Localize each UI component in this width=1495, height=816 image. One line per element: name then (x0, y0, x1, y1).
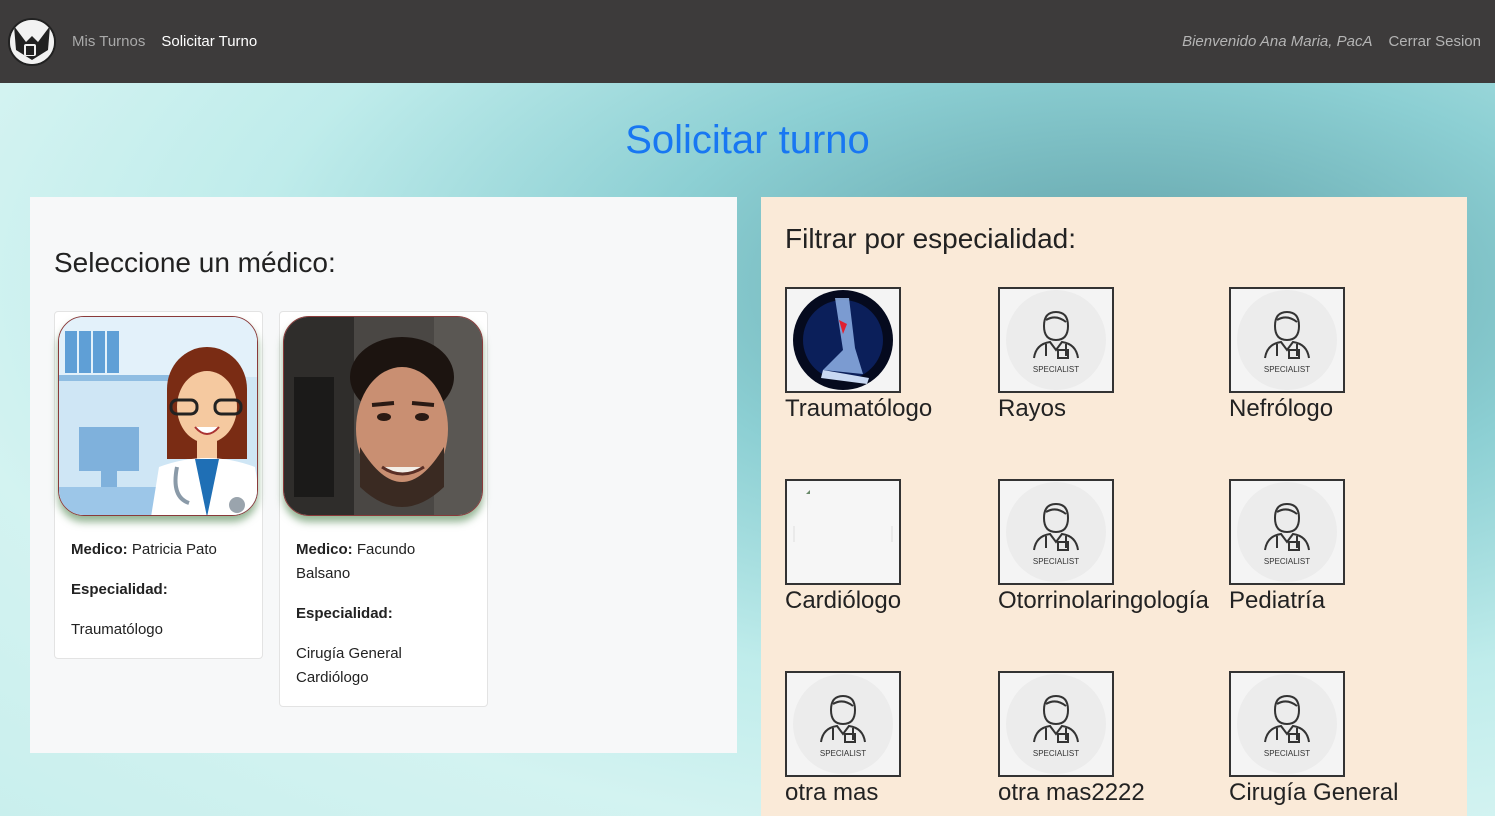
specialty-name: Otorrinolaringología (998, 587, 1209, 614)
specialty-filter-heading: Filtrar por especialidad: (785, 223, 1077, 254)
specialty-option-rayos[interactable]: SPECIALIST Rayos (998, 287, 1114, 423)
doctor-info: Medico: Facundo Balsano Especialidad: Ci… (280, 516, 487, 706)
svg-text:SPECIALIST: SPECIALIST (1264, 365, 1310, 374)
doctor-photo (58, 316, 258, 516)
specialty-name: otra mas (785, 779, 879, 806)
svg-text:SPECIALIST: SPECIALIST (820, 749, 866, 758)
specialist-icon: SPECIALIST (1229, 287, 1345, 393)
specialty-option-otra-mas[interactable]: SPECIALIST otra mas (785, 671, 901, 807)
doctor-info: Medico: Patricia Pato Especialidad: Trau… (55, 516, 262, 658)
specialist-icon: SPECIALIST (1229, 671, 1345, 777)
svg-text:SPECIALIST: SPECIALIST (1033, 365, 1079, 374)
nav-solicitar-turno[interactable]: Solicitar Turno (161, 33, 257, 50)
specialty-option-pediatria[interactable]: SPECIALIST Pediatría (1229, 479, 1345, 615)
svg-text:SPECIALIST: SPECIALIST (1033, 557, 1079, 566)
doctor-specialty: Cardiólogo (296, 669, 369, 686)
specialty-name: Cardiólogo (785, 587, 902, 614)
specialty-name: Nefrólogo (1229, 395, 1334, 422)
specialist-icon: SPECIALIST (998, 671, 1114, 777)
page-title: Solicitar turno (625, 118, 870, 162)
broken-image-icon (785, 479, 901, 585)
specialty-name: otra mas2222 (998, 779, 1145, 806)
welcome-text: Bienvenido Ana Maria, PacA (1182, 33, 1373, 50)
specialty-option-nefrologo[interactable]: SPECIALIST Nefrólogo (1229, 287, 1345, 423)
doctor-photo (283, 316, 483, 516)
specialty-option-cardiologo[interactable]: Cardiólogo (785, 479, 901, 615)
specialty-option-traumatologo[interactable]: Traumatólogo (785, 287, 932, 423)
specialist-icon: SPECIALIST (998, 287, 1114, 393)
doctor-specialty: Cirugía General (296, 645, 402, 662)
nav-right: Bienvenido Ana Maria, PacA Cerrar Sesion (1182, 33, 1487, 50)
specialty-option-otra-mas2222[interactable]: SPECIALIST otra mas2222 (998, 671, 1145, 807)
navbar: Mis Turnos Solicitar Turno Bienvenido An… (0, 0, 1495, 83)
xray-foot-icon (785, 287, 901, 393)
specialty-name: Cirugía General (1229, 779, 1399, 806)
svg-text:SPECIALIST: SPECIALIST (1264, 557, 1310, 566)
specialty-name: Pediatría (1229, 587, 1326, 614)
logout-link[interactable]: Cerrar Sesion (1388, 33, 1481, 50)
nav-mis-turnos[interactable]: Mis Turnos (72, 33, 145, 50)
doctor-medico-label: Medico: (296, 541, 353, 558)
specialist-icon: SPECIALIST (785, 671, 901, 777)
specialty-filter-panel: Filtrar por especialidad: Traumatólogo S… (761, 197, 1467, 816)
doctor-card[interactable]: Medico: Patricia Pato Especialidad: Trau… (54, 311, 263, 659)
specialty-option-otorrinolaringologia[interactable]: SPECIALIST Otorrinolaringología (998, 479, 1209, 615)
doctor-specialty: Traumatólogo (71, 621, 163, 638)
doctor-card[interactable]: Medico: Facundo Balsano Especialidad: Ci… (279, 311, 488, 707)
doctor-especialidad-label: Especialidad: (296, 605, 393, 622)
svg-text:SPECIALIST: SPECIALIST (1264, 749, 1310, 758)
doctor-selection-panel: Seleccione un médico: Medico: Patricia P… (30, 197, 737, 753)
doctor-medico-label: Medico: (71, 541, 128, 558)
app-logo[interactable] (8, 17, 56, 66)
doctor-name: Patricia Pato (131, 541, 217, 558)
specialty-name: Rayos (998, 395, 1067, 422)
specialist-icon: SPECIALIST (998, 479, 1114, 585)
specialty-option-cirugia-general[interactable]: SPECIALIST Cirugía General (1229, 671, 1398, 807)
specialty-name: Traumatólogo (785, 395, 933, 422)
specialist-icon: SPECIALIST (1229, 479, 1345, 585)
doctor-selection-heading: Seleccione un médico: (54, 247, 336, 278)
doctor-especialidad-label: Especialidad: (71, 581, 168, 598)
svg-text:SPECIALIST: SPECIALIST (1033, 749, 1079, 758)
